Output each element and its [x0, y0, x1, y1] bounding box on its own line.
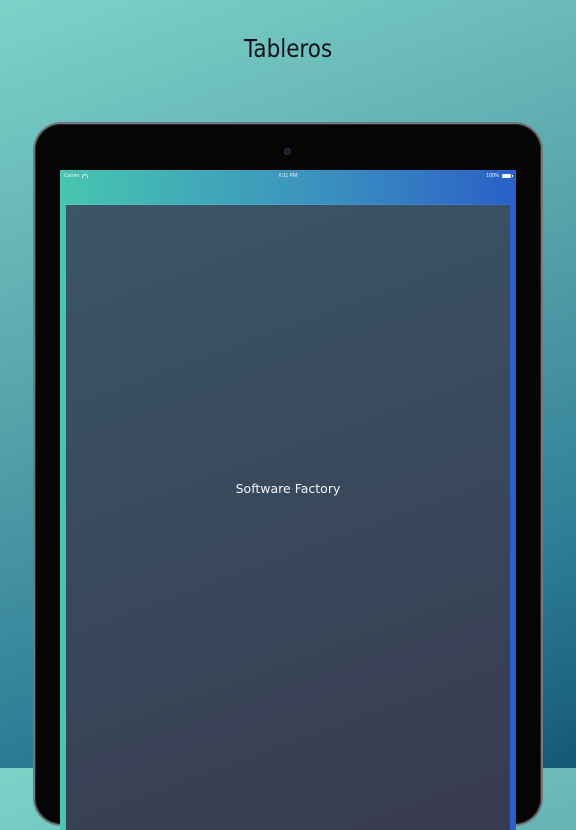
software-factory-label: Software Factory: [235, 481, 341, 496]
battery-icon: [502, 174, 513, 178]
status-battery-group: 100%: [486, 173, 513, 179]
promo-title: Tableros: [243, 34, 333, 63]
tablet-device-frame: Carrier 6:11 PM 100% Software Factory: [35, 124, 541, 830]
main-content-panel: Software Factory: [66, 205, 510, 830]
device-screen: Carrier 6:11 PM 100% Software Factory: [60, 170, 516, 830]
camera-icon: [284, 148, 291, 155]
status-time: 6:11 PM: [278, 173, 298, 179]
status-bar: Carrier 6:11 PM 100%: [60, 170, 516, 182]
battery-percent: 100%: [486, 173, 499, 179]
